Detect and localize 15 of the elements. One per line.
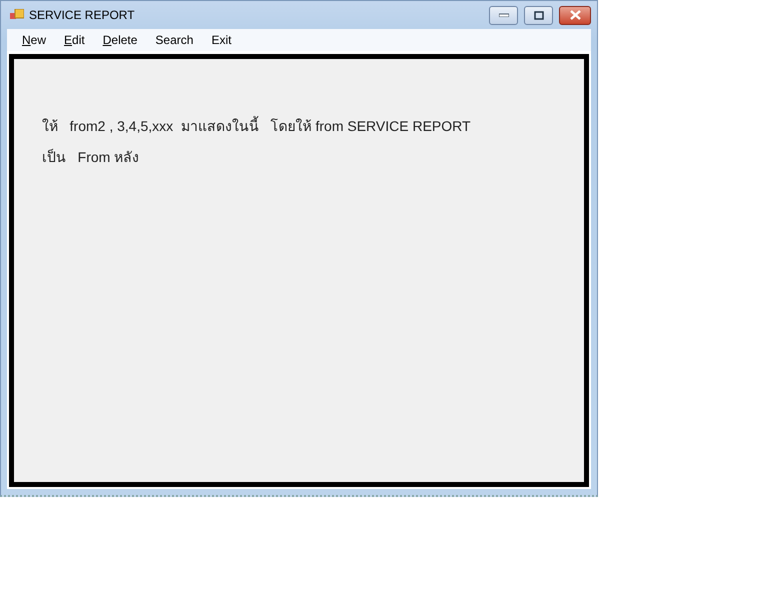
close-button[interactable] — [559, 6, 591, 24]
text-line: ให้ from2 , 3,4,5,xxx มาแสดงในนี้ โดยให้ from SERVICE REPORT — [42, 115, 472, 136]
menu-item[interactable]: Exit — [203, 31, 240, 49]
minimize-button[interactable] — [489, 6, 518, 24]
menu-item[interactable]: New — [14, 31, 54, 49]
close-icon — [570, 10, 580, 20]
menu-item[interactable]: Search — [147, 31, 202, 49]
maximize-button[interactable] — [524, 6, 553, 24]
window-title: SERVICE REPORT — [29, 8, 136, 22]
text-line: เป็น From หลัง — [42, 148, 140, 167]
maximize-icon — [534, 10, 544, 20]
app-icon — [10, 9, 24, 21]
menu-item[interactable]: Delete — [94, 31, 146, 49]
menu-item[interactable]: Edit — [56, 31, 93, 49]
minimize-icon — [498, 13, 508, 17]
